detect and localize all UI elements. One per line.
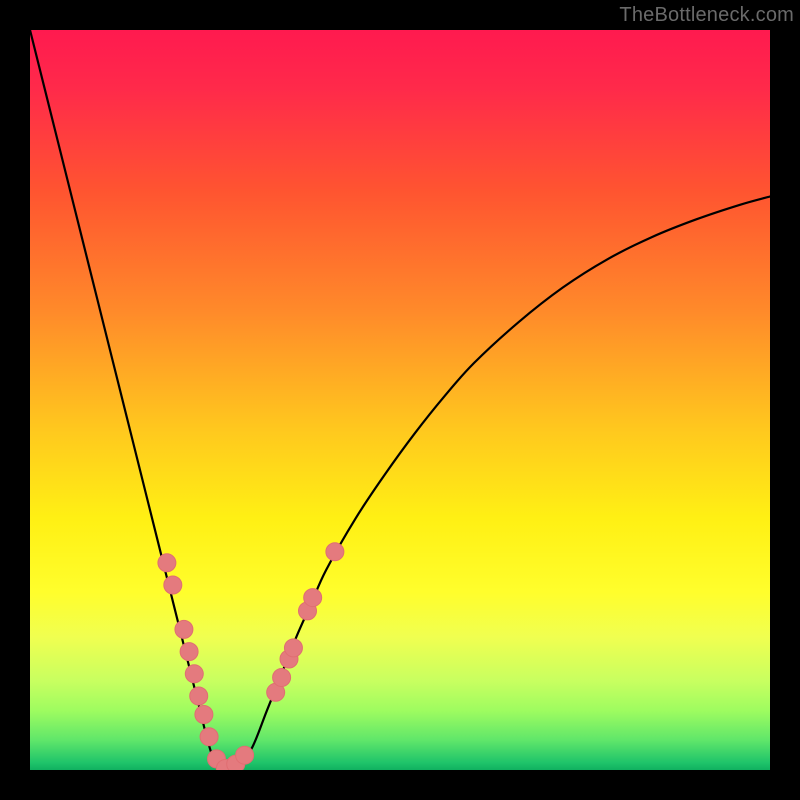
curve-marker [175,620,193,638]
curve-marker [273,669,291,687]
plot-area [30,30,770,770]
chart-frame: TheBottleneck.com [0,0,800,800]
curve-marker [326,543,344,561]
curve-marker [190,687,208,705]
curve-marker [158,554,176,572]
curve-marker [236,746,254,764]
curve-marker [164,576,182,594]
bottleneck-curve-svg [30,30,770,770]
watermark-text: TheBottleneck.com [619,4,794,27]
curve-marker [195,706,213,724]
curve-marker [185,665,203,683]
curve-marker [284,639,302,657]
curve-marker [180,643,198,661]
curve-markers [158,543,344,770]
curve-marker [304,589,322,607]
curve-marker [200,728,218,746]
bottleneck-curve [30,30,770,770]
